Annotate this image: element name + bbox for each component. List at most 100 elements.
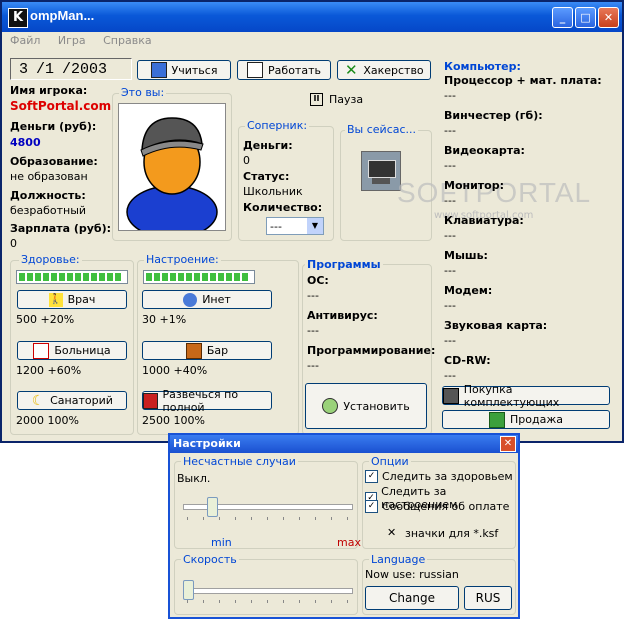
health-watch-checkbox[interactable]: ✓ Следить за здоровьем (365, 470, 513, 483)
globe-icon (183, 292, 198, 307)
mood-title: Настроение: (144, 253, 221, 266)
hospital-button[interactable]: Больница (17, 341, 127, 360)
bar-segment (19, 273, 25, 281)
slider-tick (187, 517, 188, 520)
accidents-title: Несчастные случаи (181, 455, 298, 468)
main-window: K ompMan... _ □ ✕ Файл Игра Справка 3 /1… (0, 0, 624, 443)
title-bar[interactable]: K ompMan... _ □ ✕ (2, 2, 622, 32)
language-group: Language Now use: russian Change RUS (362, 553, 516, 615)
bar-segment (115, 273, 121, 281)
avatar (118, 103, 226, 239)
slider-tick (235, 517, 236, 520)
programming-value: --- (307, 359, 319, 372)
sanatorium-button[interactable]: ☾ Санаторий (17, 391, 127, 410)
language-title: Language (369, 553, 428, 566)
bar-segment (59, 273, 65, 281)
mood-group: Настроение: Инет 30 +1% Бар 1000 +40% Ра… (137, 253, 299, 435)
slider-tick (315, 517, 316, 520)
slider-tick (251, 600, 252, 603)
bar-segment (35, 273, 41, 281)
health-bar (16, 270, 128, 284)
date-month: /1 (36, 60, 55, 78)
hack-button[interactable]: ✕ Хакерство (337, 60, 431, 80)
sanatorium-cost: 2000 100% (16, 414, 79, 427)
menu-help[interactable]: Справка (103, 34, 151, 47)
rival-count-select[interactable]: --- ▼ (266, 217, 324, 235)
minimize-button[interactable]: _ (552, 7, 573, 28)
bar-segment (178, 273, 184, 281)
change-language-button[interactable]: Change (365, 586, 459, 610)
os-label: ОС: (307, 274, 329, 287)
install-button[interactable]: Установить (305, 383, 427, 429)
slider-tick (219, 517, 220, 520)
menu-game[interactable]: Игра (58, 34, 86, 47)
speed-group: Скорость (174, 553, 358, 615)
bar-segment (107, 273, 113, 281)
bar-segment (194, 273, 200, 281)
cross-icon: ✕ (345, 61, 358, 79)
settings-title-bar[interactable]: Настройки ✕ (170, 435, 518, 453)
rival-money-label: Деньги: (243, 139, 293, 152)
settings-close-button[interactable]: ✕ (500, 436, 516, 452)
component-value: --- (444, 124, 456, 137)
film-icon (143, 392, 158, 409)
work-label: Работать (268, 63, 321, 77)
education-label: Образование: (10, 155, 98, 168)
tools-icon: ✕ (387, 526, 397, 539)
options-title: Опции (369, 455, 411, 468)
pause-icon: II (310, 93, 323, 106)
close-button[interactable]: ✕ (598, 7, 619, 28)
component-label: Звуковая карта: (444, 319, 548, 332)
slider-tick (299, 600, 300, 603)
slider-tick (267, 600, 268, 603)
bar-segment (51, 273, 57, 281)
component-value: --- (444, 194, 456, 207)
slider-tick (299, 517, 300, 520)
rus-button[interactable]: RUS (464, 586, 512, 610)
slider-tick (331, 600, 332, 603)
inet-button[interactable]: Инет (142, 290, 272, 309)
rival-count-value: --- (270, 220, 282, 233)
bar-segment (154, 273, 160, 281)
accidents-slider-thumb[interactable] (207, 497, 218, 517)
bar-button[interactable]: Бар (142, 341, 272, 360)
doctor-button[interactable]: 🚶 Врач (17, 290, 127, 309)
party-button[interactable]: Развечься по полной (142, 388, 272, 414)
speed-slider-track[interactable] (183, 588, 353, 594)
computer-icon (361, 151, 401, 191)
component-label: Винчестер (гб): (444, 109, 543, 122)
money-icon (489, 411, 505, 428)
ksf-icons-button[interactable]: ✕ значки для *.ksf (387, 526, 498, 540)
bar-segment (218, 273, 224, 281)
bar-segment (210, 273, 216, 281)
component-value: --- (444, 89, 456, 102)
study-button[interactable]: Учиться (137, 60, 231, 80)
pause-toggle[interactable]: II Пауза (310, 93, 363, 106)
date-year: /2003 (62, 60, 108, 78)
bar-segment (43, 273, 49, 281)
os-value: --- (307, 289, 319, 302)
hospital-cost: 1200 +60% (16, 364, 82, 377)
sell-label: Продажа (510, 413, 563, 426)
chevron-down-icon[interactable]: ▼ (307, 218, 323, 234)
component-label: Модем: (444, 284, 493, 297)
salary-value: 0 (10, 237, 17, 250)
pay-messages-checkbox[interactable]: ✓ Сообщения об оплате (365, 500, 509, 513)
slider-tick (331, 517, 332, 520)
date-display: 3 /1 /2003 (10, 58, 132, 80)
sell-button[interactable]: Продажа (442, 410, 610, 429)
beer-icon (185, 342, 202, 359)
language-current: Now use: russian (365, 568, 459, 581)
bar-segment (99, 273, 105, 281)
rival-money: 0 (243, 154, 250, 167)
speed-slider-thumb[interactable] (183, 580, 194, 600)
settings-title: Настройки (173, 437, 241, 450)
menu-file[interactable]: Файл (10, 34, 40, 47)
sanatorium-label: Санаторий (50, 394, 113, 407)
maximize-button[interactable]: □ (575, 7, 596, 28)
inet-cost: 30 +1% (142, 313, 187, 326)
work-button[interactable]: Работать (237, 60, 331, 80)
buy-parts-button[interactable]: Покупка комплектующих (442, 383, 610, 409)
component-value: --- (444, 299, 456, 312)
bar-segment (226, 273, 232, 281)
